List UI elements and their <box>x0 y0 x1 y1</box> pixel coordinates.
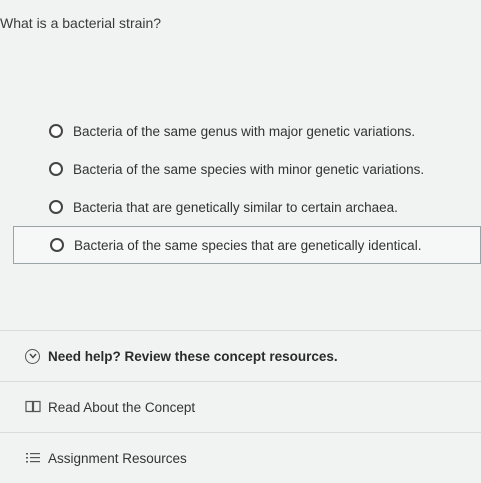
answer-option-3[interactable]: Bacteria that are genetically similar to… <box>0 188 481 226</box>
answer-option-label: Bacteria of the same genus with major ge… <box>73 123 416 139</box>
radio-button-4[interactable] <box>50 238 64 252</box>
answer-option-label: Bacteria of the same species with minor … <box>73 161 425 177</box>
read-concept-label: Read About the Concept <box>48 399 196 415</box>
radio-button-2[interactable] <box>49 162 63 176</box>
answer-option-4[interactable]: Bacteria of the same species that are ge… <box>13 226 481 264</box>
assignment-resources-link[interactable]: Assignment Resources <box>0 432 481 483</box>
answer-option-label: Bacteria of the same species that are ge… <box>74 237 422 253</box>
answer-option-label: Bacteria that are genetically similar to… <box>73 199 398 215</box>
radio-button-1[interactable] <box>49 124 63 138</box>
chevron-down-circle-icon <box>25 348 40 364</box>
question-text: What is a bacterial strain? <box>0 15 162 31</box>
radio-button-3[interactable] <box>49 200 63 214</box>
answer-option-1[interactable]: Bacteria of the same genus with major ge… <box>0 112 481 150</box>
assignment-resources-label: Assignment Resources <box>48 450 187 466</box>
read-concept-link[interactable]: Read About the Concept <box>0 381 481 432</box>
list-icon <box>25 451 41 466</box>
need-help-title: Need help? Review these concept resource… <box>48 348 338 364</box>
answer-options: Bacteria of the same genus with major ge… <box>0 112 481 264</box>
book-icon <box>25 400 41 415</box>
need-help-toggle[interactable]: Need help? Review these concept resource… <box>0 330 481 381</box>
answer-option-2[interactable]: Bacteria of the same species with minor … <box>0 150 481 188</box>
help-resources: Need help? Review these concept resource… <box>0 330 481 483</box>
